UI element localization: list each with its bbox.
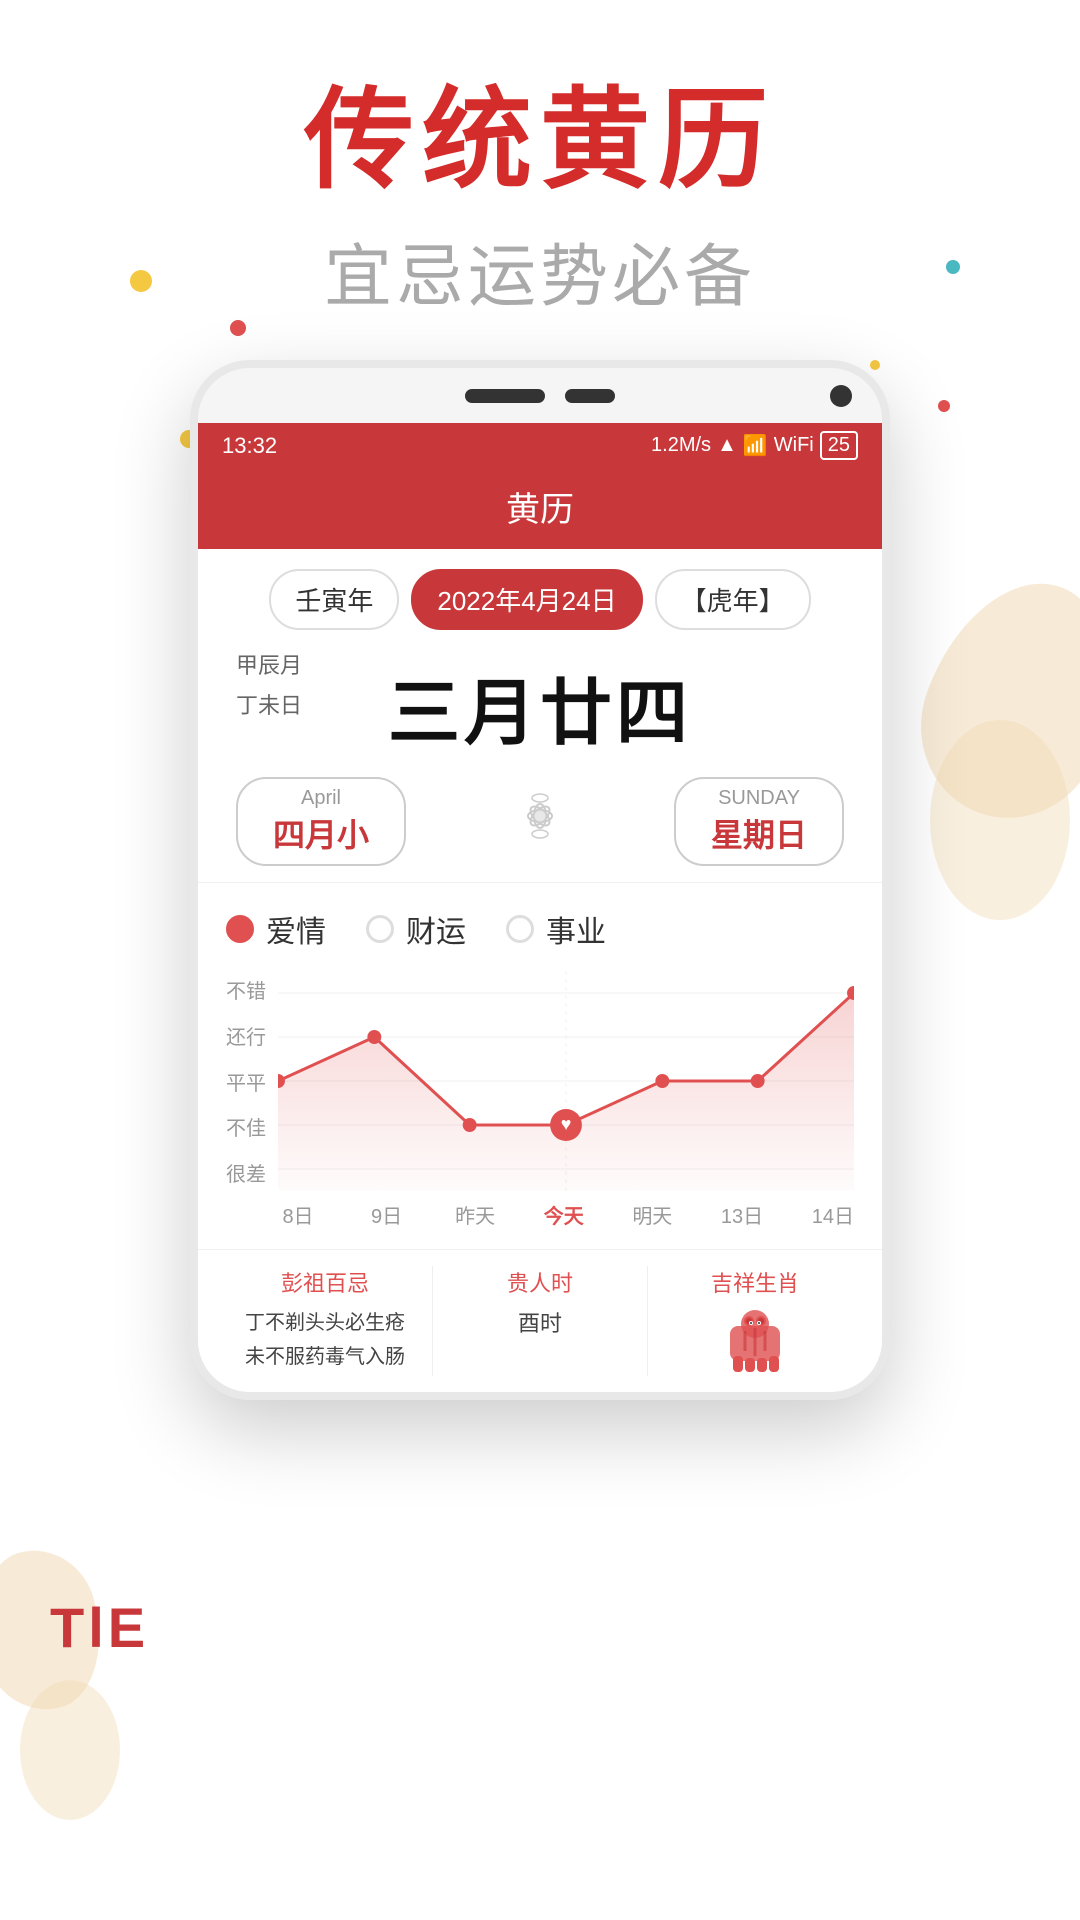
legend-love[interactable]: 爱情 (226, 907, 326, 951)
status-time: 13:32 (222, 433, 277, 459)
y-label-0: 不错 (226, 975, 266, 1004)
zodiac-pill[interactable]: 【虎年】 (655, 569, 811, 630)
wifi-icon: WiFi (774, 434, 814, 457)
lunar-center: 三月廿四 (316, 646, 764, 767)
header-area: 传统黄历 宜忌运势必备 (0, 0, 1080, 320)
calendar-section: 壬寅年 2022年4月24日 【虎年】 甲辰月 丁未日 三月廿四 April (198, 549, 882, 882)
weekday-cn-label: 星期日 (711, 817, 807, 853)
x-label-1: 9日 (367, 1200, 407, 1229)
tiger-svg (715, 1306, 795, 1376)
flower-icon (500, 786, 580, 858)
phone-camera (830, 385, 852, 407)
app-title: 黄历 (506, 491, 574, 529)
chart-container: ♥ 8日 9日 昨天 今天 明天 13日 14日 (278, 971, 854, 1229)
bottom-col-guiren: 贵人时 酉时 (433, 1266, 648, 1376)
x-label-2: 昨天 (455, 1200, 495, 1229)
data-point-5 (751, 1074, 765, 1088)
phone-speaker-small (565, 389, 615, 403)
legend-wealth-label: 财运 (406, 907, 466, 951)
shengxiao-title: 吉祥生肖 (664, 1266, 846, 1298)
lunar-month: 甲辰月 (236, 646, 302, 686)
lunar-side-col: 甲辰月 丁未日 (236, 646, 316, 725)
month-en-label: April (266, 787, 376, 810)
legend-career-label: 事业 (546, 907, 606, 951)
pengzu-content: 丁不剃头头必生疮未不服药毒气入肠 (234, 1306, 416, 1374)
legend-dot-career (506, 915, 534, 943)
tle-text: TlE (50, 1596, 149, 1659)
month-cn-label: 四月小 (273, 817, 369, 853)
app-header: 黄历 (198, 468, 882, 549)
y-label-1: 还行 (226, 1021, 266, 1050)
signal-icon: ▲ (717, 434, 737, 457)
month-week-row: April 四月小 SUNDAY (226, 777, 854, 866)
phone-speaker (465, 389, 545, 403)
fortune-chart: ♥ (278, 971, 854, 1191)
lunar-info-row: 甲辰月 丁未日 三月廿四 (226, 646, 854, 767)
phone-mockup: 13:32 1.2M/s ▲ 📶 WiFi 25 黄历 壬寅年 2022年4月2… (190, 360, 890, 1400)
lunar-day-label: 丁未日 (236, 686, 302, 726)
x-label-5: 13日 (721, 1200, 763, 1229)
pengzu-title: 彭祖百忌 (234, 1266, 416, 1298)
signal-bars: 📶 (743, 433, 768, 458)
data-point-1 (367, 1030, 381, 1044)
month-pill[interactable]: April 四月小 (236, 777, 406, 866)
legend-love-label: 爱情 (266, 907, 326, 951)
data-point-2 (463, 1118, 477, 1132)
weekday-en-label: SUNDAY (704, 787, 814, 810)
bottom-info: 彭祖百忌 丁不剃头头必生疮未不服药毒气入肠 贵人时 酉时 吉祥生肖 (198, 1249, 882, 1392)
guiren-title: 贵人时 (449, 1266, 631, 1298)
weekday-pill[interactable]: SUNDAY 星期日 (674, 777, 844, 866)
sub-title: 宜忌运势必备 (0, 221, 1080, 320)
network-speed: 1.2M/s (651, 434, 711, 457)
x-label-6: 14日 (812, 1200, 854, 1229)
year-pill[interactable]: 壬寅年 (269, 569, 399, 630)
x-labels: 8日 9日 昨天 今天 明天 13日 14日 (278, 1200, 854, 1229)
bottom-col-shengxiao: 吉祥生肖 (648, 1266, 862, 1376)
legend-career[interactable]: 事业 (506, 907, 606, 951)
x-label-today: 今天 (544, 1200, 584, 1229)
battery-icon: 25 (820, 431, 858, 460)
x-label-4: 明天 (632, 1200, 672, 1229)
y-label-3: 不佳 (226, 1112, 266, 1141)
guiren-content: 酉时 (449, 1306, 631, 1341)
legend-row: 爱情 财运 事业 (226, 907, 854, 951)
data-point-4 (655, 1074, 669, 1088)
main-title: 传统黄历 (0, 80, 1080, 201)
y-label-4: 很差 (226, 1158, 266, 1187)
tiger-icon (664, 1306, 846, 1376)
phone-mockup-container: 13:32 1.2M/s ▲ 📶 WiFi 25 黄历 壬寅年 2022年4月2… (190, 360, 890, 1400)
tle-label: TlE (50, 1595, 149, 1660)
lunar-big-date: 三月廿四 (316, 654, 764, 759)
legend-dot-wealth (366, 915, 394, 943)
fortune-section: 爱情 财运 事业 不错 还行 平平 不佳 很差 (198, 882, 882, 1249)
date-pill[interactable]: 2022年4月24日 (411, 569, 642, 630)
x-label-0: 8日 (278, 1200, 318, 1229)
status-bar: 13:32 1.2M/s ▲ 📶 WiFi 25 (198, 423, 882, 468)
legend-wealth[interactable]: 财运 (366, 907, 466, 951)
y-label-2: 平平 (226, 1067, 266, 1096)
legend-dot-love (226, 915, 254, 943)
status-right: 1.2M/s ▲ 📶 WiFi 25 (651, 431, 858, 460)
bottom-col-pengzu: 彭祖百忌 丁不剃头头必生疮未不服药毒气入肠 (218, 1266, 433, 1376)
heart-icon: ♥ (561, 1114, 572, 1134)
phone-notch (198, 368, 882, 423)
date-nav-row: 壬寅年 2022年4月24日 【虎年】 (226, 569, 854, 630)
